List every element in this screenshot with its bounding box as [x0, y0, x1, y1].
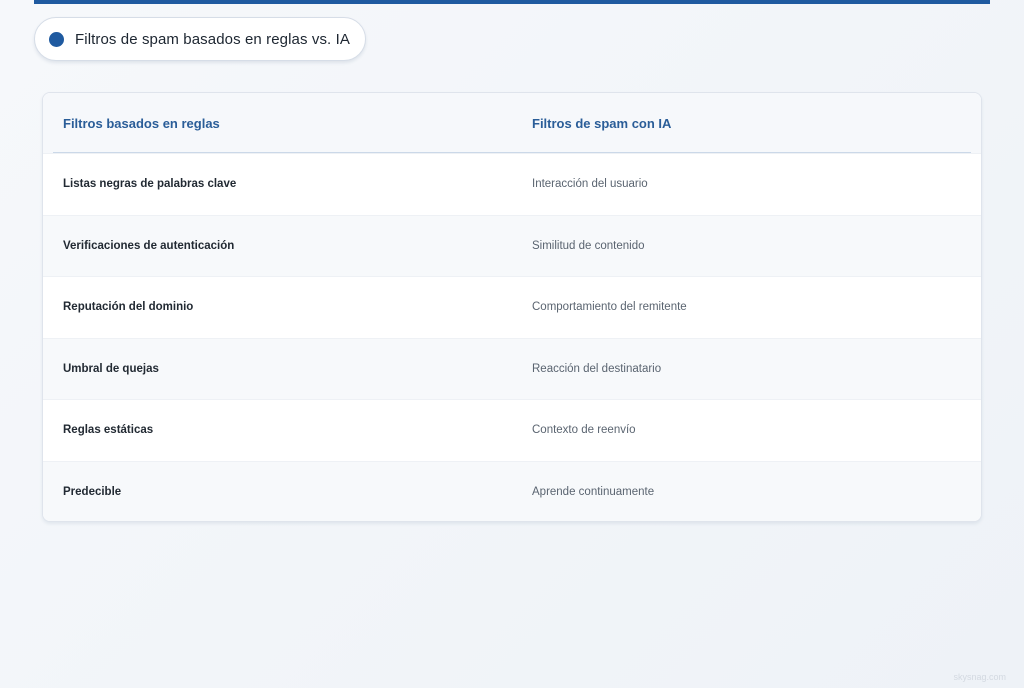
column-header-rule-based: Filtros basados en reglas [63, 115, 220, 131]
ai-cell: Interacción del usuario [532, 178, 648, 191]
table-header: Filtros basados en reglas Filtros de spa… [43, 93, 981, 153]
table-row: Predecible Aprende continuamente [43, 460, 981, 521]
rule-based-cell: Listas negras de palabras clave [63, 178, 237, 191]
table-row: Umbral de quejas Reacción del destinatar… [43, 337, 981, 399]
ai-cell: Reacción del destinatario [532, 362, 662, 375]
rule-based-cell: Umbral de quejas [63, 362, 159, 375]
rule-based-cell: Reglas estáticas [63, 424, 154, 437]
top-accent-bar [34, 0, 990, 4]
table-row: Reputación del dominio Comportamiento de… [43, 276, 981, 338]
table-row: Listas negras de palabras clave Interacc… [43, 153, 981, 215]
header-cell-rule-based: Filtros basados en reglas [63, 93, 220, 153]
column-header-ai: Filtros de spam con IA [532, 115, 672, 131]
comparison-table: Filtros basados en reglas Filtros de spa… [42, 92, 982, 522]
ai-cell: Contexto de reenvío [532, 424, 636, 437]
ai-cell: Aprende continuamente [532, 485, 655, 498]
table-row: Verificaciones de autenticación Similitu… [43, 214, 981, 276]
title-badge: Filtros de spam basados en reglas vs. IA [34, 17, 366, 61]
rule-based-cell: Reputación del dominio [63, 301, 194, 314]
rule-based-cell: Predecible [63, 485, 122, 498]
ai-cell: Comportamiento del remitente [532, 301, 687, 314]
page-title: Filtros de spam basados en reglas vs. IA [75, 30, 350, 48]
rule-based-cell: Verificaciones de autenticación [63, 239, 235, 252]
ai-cell: Similitud de contenido [532, 239, 645, 252]
watermark: skysnag.com [953, 672, 1006, 682]
bullet-dot-icon [49, 31, 64, 47]
header-cell-ai: Filtros de spam con IA [532, 93, 671, 153]
table-row: Reglas estáticas Contexto de reenvío [43, 399, 981, 461]
